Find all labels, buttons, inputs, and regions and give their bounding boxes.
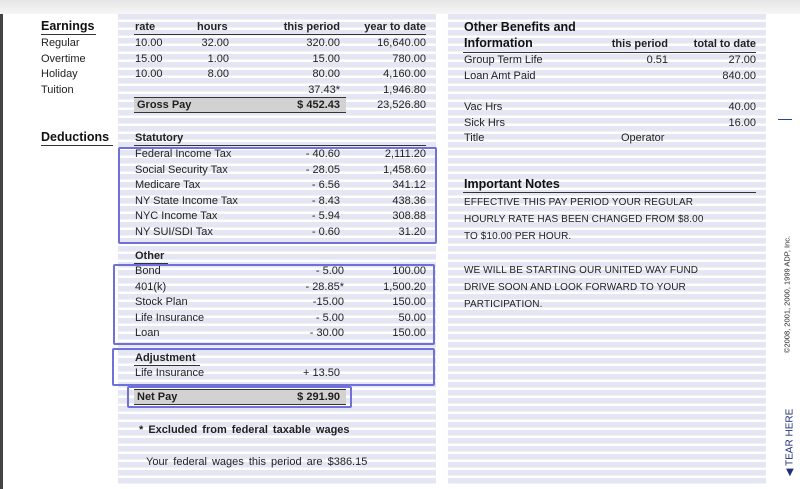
- tear-here-label: ◀ TEAR HERE: [784, 408, 796, 477]
- benefits-title-line2: Information: [464, 36, 533, 50]
- earnings-title: Earnings: [41, 19, 95, 33]
- earnings-row-this-period: 320.00: [306, 37, 340, 49]
- statutory-highlight-box: [118, 147, 437, 244]
- hours-row-label: Sick Hrs: [464, 116, 505, 129]
- earnings-row-hours: 32.00: [201, 37, 229, 49]
- header-this-period: this period: [283, 21, 340, 33]
- adjustment-highlight-box: [112, 348, 435, 386]
- statutory-rule: [134, 145, 426, 146]
- deductions-title-rule: [41, 145, 113, 146]
- earnings-row-hours: 8.00: [207, 68, 229, 81]
- earnings-row-label: Regular: [41, 37, 80, 49]
- statutory-title: Statutory: [135, 132, 184, 144]
- top-edge: [0, 0, 800, 14]
- benefit-row-this-period: 0.51: [646, 54, 668, 66]
- other-highlight-box: [113, 264, 435, 345]
- earnings-row-this-period: 15.00: [312, 52, 340, 65]
- copyright-text: ©2008, 2001, 2000, 1999 ADP, Inc.: [782, 235, 792, 354]
- gross-pay-ytd: 23,526.80: [377, 99, 426, 111]
- benefits-header-total: total to date: [693, 38, 756, 50]
- hours-row-total: 16.00: [728, 116, 756, 129]
- deductions-title: Deductions: [41, 130, 110, 144]
- net-pay-highlight-box: [127, 386, 352, 408]
- benefit-row-label: Group Term Life: [464, 54, 543, 66]
- gross-pay-label: Gross Pay: [137, 99, 192, 111]
- earnings-row-ytd: 4,160.00: [383, 68, 426, 81]
- earnings-row-ytd: 16,640.00: [377, 37, 426, 49]
- earnings-row-label: Tuition: [41, 83, 74, 96]
- title-label: Title: [464, 132, 485, 144]
- earnings-title-rule: [41, 34, 96, 35]
- title-value: Operator: [621, 132, 665, 144]
- stripe-background-right: [448, 14, 766, 485]
- left-edge: [0, 14, 3, 489]
- benefits-title-line1: Other Benefits and: [464, 20, 576, 34]
- earnings-row-rate: 10.00: [135, 37, 163, 49]
- note-line: DRIVE SOON AND LOOK FORWARD TO YOUR: [464, 282, 686, 293]
- earnings-header-rule: [134, 34, 426, 35]
- earnings-row-ytd: 780.00: [392, 52, 426, 65]
- header-year-to-date: year to date: [364, 21, 426, 33]
- earnings-row-this-period: 80.00: [312, 68, 340, 81]
- benefits-header-this-period: this period: [611, 38, 668, 50]
- benefit-row-label: Loan Amt Paid: [464, 69, 536, 82]
- note-line: EFFECTIVE THIS PAY PERIOD YOUR REGULAR: [464, 197, 694, 208]
- note-line: HOURLY RATE HAS BEEN CHANGED FROM $8.00: [464, 213, 704, 225]
- federal-wages-note: Your federal wages this period are $386.…: [146, 456, 368, 468]
- hours-row-total: 40.00: [728, 101, 756, 113]
- earnings-row-rate: 10.00: [135, 68, 163, 81]
- note-line: WE WILL BE STARTING OUR UNITED WAY FUND: [464, 265, 699, 276]
- note-line: TO $10.00 PER HOUR.: [464, 230, 572, 242]
- header-hours: hours: [197, 21, 228, 33]
- gross-pay-this-period: $ 452.43: [297, 99, 340, 111]
- header-rate: rate: [135, 21, 156, 33]
- benefits-header-rule: [463, 52, 756, 53]
- excluded-footnote: * Excluded from federal taxable wages: [139, 424, 350, 436]
- notes-rule: [463, 192, 756, 193]
- benefit-row-total: 840.00: [722, 69, 756, 82]
- earnings-row-rate: 15.00: [135, 52, 163, 65]
- earnings-row-this-period: 37.43*: [308, 83, 340, 96]
- hours-row-label: Vac Hrs: [464, 101, 503, 113]
- note-line: PARTICIPATION.: [464, 298, 543, 310]
- other-title: Other: [135, 250, 165, 262]
- earnings-row-label: Holiday: [41, 68, 78, 81]
- earnings-row-ytd: 1,946.80: [383, 83, 426, 96]
- notes-title: Important Notes: [464, 177, 560, 191]
- benefit-row-total: 27.00: [728, 54, 756, 66]
- tear-tick-mark: [778, 119, 792, 120]
- earnings-row-hours: 1.00: [207, 52, 229, 65]
- earnings-row-label: Overtime: [41, 52, 86, 65]
